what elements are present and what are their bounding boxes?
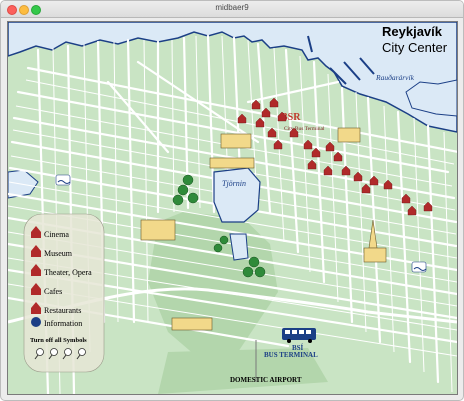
legend-item-information[interactable]: Information xyxy=(44,319,82,328)
domestic-airport-label: DOMESTIC AIRPORT xyxy=(230,376,302,384)
legend-item-cafes[interactable]: Cafes xyxy=(44,287,62,296)
magnifier-icon[interactable] xyxy=(50,348,58,356)
legend-item-museum[interactable]: Museum xyxy=(44,249,73,258)
parliament-building[interactable] xyxy=(337,127,361,143)
information-icon[interactable] xyxy=(31,317,41,327)
bay-label: Rauðarárvík xyxy=(375,73,415,82)
pond-label: Tjörnin xyxy=(222,179,246,188)
app-window: midbaer9 Tjörnin Reykjavík City Center R… xyxy=(0,0,464,401)
map-title-line1: Reykjavík xyxy=(382,24,443,39)
swimming-pool-icon-east[interactable] xyxy=(411,261,427,273)
title-bar: midbaer9 xyxy=(1,1,463,18)
swimming-pool-icon[interactable] xyxy=(55,174,71,186)
map-title-line2: City Center xyxy=(382,40,448,55)
magnifier-icon[interactable] xyxy=(78,348,86,356)
legend-item-restaurants[interactable]: Restaurants xyxy=(44,306,81,315)
turn-off-symbols-label[interactable]: Turn off all Symbols xyxy=(30,337,87,344)
legend-item-theater[interactable]: Theater, Opera xyxy=(44,268,92,277)
government-building[interactable] xyxy=(220,133,252,149)
city-hall-building[interactable] xyxy=(209,157,255,169)
magnifier-icon[interactable] xyxy=(64,348,72,356)
magnifier-icon[interactable] xyxy=(36,348,44,356)
city-map[interactable]: Tjörnin Reykjavík City Center Rauðarárví… xyxy=(8,22,457,394)
legend-item-cinema[interactable]: Cinema xyxy=(44,230,69,239)
national-museum-building[interactable] xyxy=(140,219,176,241)
window-title: midbaer9 xyxy=(215,3,249,12)
city-bus-terminal-label: City Bus Terminal xyxy=(284,126,325,132)
bus-terminal-label: BUS TERMINAL xyxy=(264,351,318,359)
tjornin-pond xyxy=(213,167,261,223)
church-nave xyxy=(363,247,387,263)
map-frame[interactable]: Tjörnin Reykjavík City Center Rauðarárví… xyxy=(7,21,458,395)
nordic-house-building[interactable] xyxy=(171,317,213,331)
